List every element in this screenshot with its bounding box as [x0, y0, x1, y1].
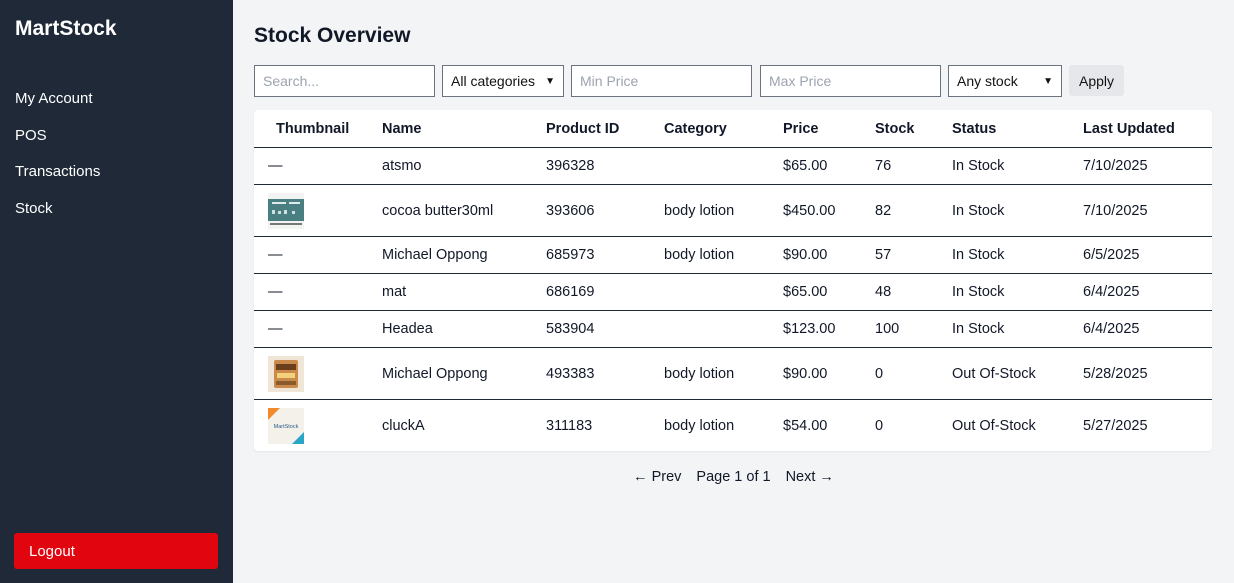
- cell-status: In Stock: [952, 147, 1083, 185]
- col-price: Price: [783, 110, 875, 148]
- cell-name: Headea: [382, 310, 546, 348]
- sidebar-nav: My Account POS Transactions Stock: [15, 88, 100, 234]
- cell-category: body lotion: [664, 184, 783, 237]
- col-product-id: Product ID: [546, 110, 664, 148]
- product-thumbnail-image: [268, 192, 304, 229]
- cell-last-updated: 5/28/2025: [1083, 347, 1212, 400]
- cell-name: Michael Oppong: [382, 236, 546, 274]
- cell-price: $65.00: [783, 147, 875, 185]
- table-row[interactable]: Michael Oppong 493383 body lotion $90.00…: [254, 347, 1212, 400]
- cell-status: In Stock: [952, 236, 1083, 274]
- table-row[interactable]: — Michael Oppong 685973 body lotion $90.…: [254, 236, 1212, 274]
- cell-stock: 76: [875, 147, 952, 185]
- prev-page-link[interactable]: ← Prev: [633, 469, 681, 485]
- chevron-down-icon: ▼: [1043, 75, 1053, 87]
- col-status: Status: [952, 110, 1083, 148]
- product-thumbnail-image: [268, 355, 304, 392]
- sidebar-item-pos[interactable]: POS: [15, 125, 100, 162]
- cell-stock: 57: [875, 236, 952, 274]
- cell-product-id: 685973: [546, 236, 664, 274]
- stock-table-card: Thumbnail Name Product ID Category Price…: [254, 110, 1212, 451]
- cell-product-id: 393606: [546, 184, 664, 237]
- stock-table: Thumbnail Name Product ID Category Price…: [254, 110, 1212, 451]
- thumbnail-placeholder: —: [254, 236, 382, 274]
- thumbnail-logo-text: MartStock: [274, 424, 299, 430]
- col-thumbnail: Thumbnail: [254, 110, 382, 148]
- cell-stock: 0: [875, 417, 884, 434]
- cell-stock: 82: [875, 184, 952, 237]
- table-row[interactable]: cocoa butter30ml 393606 body lotion $450…: [254, 184, 1212, 237]
- table-row[interactable]: MartStock cluckA 311183 body lotion $54.…: [254, 400, 1212, 452]
- cell-name: atsmo: [382, 147, 546, 185]
- stock-select-value: Any stock: [957, 73, 1018, 89]
- stock-select[interactable]: Any stock ▼: [948, 65, 1062, 97]
- cell-last-updated: 6/5/2025: [1083, 236, 1212, 274]
- cell-price: $123.00: [783, 310, 875, 348]
- col-category: Category: [664, 110, 783, 148]
- table-row[interactable]: — atsmo 396328 $65.00 76 In Stock 7/10/2…: [254, 147, 1212, 185]
- logout-button[interactable]: Logout: [14, 533, 218, 569]
- cell-last-updated: 5/27/2025: [1083, 417, 1148, 434]
- next-page-link[interactable]: Next →: [786, 469, 834, 485]
- cell-category: body lotion: [664, 417, 735, 434]
- category-select[interactable]: All categories ▼: [442, 65, 564, 97]
- search-input[interactable]: [254, 65, 435, 97]
- sidebar-item-my-account[interactable]: My Account: [15, 88, 100, 125]
- table-row[interactable]: — mat 686169 $65.00 48 In Stock 6/4/2025: [254, 273, 1212, 311]
- cell-category: [664, 310, 783, 348]
- cell-price: $90.00: [783, 347, 875, 400]
- sidebar: MartStock My Account POS Transactions St…: [0, 0, 233, 583]
- col-stock: Stock: [875, 110, 952, 148]
- page-title: Stock Overview: [254, 24, 411, 47]
- table-row[interactable]: — Headea 583904 $123.00 100 In Stock 6/4…: [254, 310, 1212, 348]
- cell-last-updated: 7/10/2025: [1083, 147, 1212, 185]
- cell-product-id: 686169: [546, 273, 664, 311]
- cell-status: In Stock: [952, 184, 1083, 237]
- cell-status: Out Of-Stock: [952, 417, 1036, 434]
- col-last-updated: Last Updated: [1083, 110, 1212, 148]
- cell-stock: 100: [875, 310, 952, 348]
- cell-category: [664, 273, 783, 311]
- brand-logo: MartStock: [15, 17, 117, 40]
- cell-price: $65.00: [783, 273, 875, 311]
- category-select-value: All categories: [451, 73, 536, 89]
- cell-category: [664, 147, 783, 185]
- thumbnail-placeholder: —: [254, 310, 382, 348]
- cell-stock: 48: [875, 273, 952, 311]
- cell-product-id: 396328: [546, 147, 664, 185]
- sidebar-item-transactions[interactable]: Transactions: [15, 161, 100, 198]
- cell-price: $90.00: [783, 236, 875, 274]
- cell-category: body lotion: [664, 347, 783, 400]
- cell-last-updated: 7/10/2025: [1083, 184, 1212, 237]
- chevron-down-icon: ▼: [545, 75, 555, 87]
- cell-status: In Stock: [952, 310, 1083, 348]
- cell-last-updated: 6/4/2025: [1083, 310, 1212, 348]
- thumbnail-placeholder: —: [254, 147, 382, 185]
- cell-price: $54.00: [783, 417, 828, 434]
- thumbnail-placeholder: —: [254, 273, 382, 311]
- cell-stock: 0: [875, 347, 952, 400]
- cell-product-id: 311183: [546, 417, 593, 434]
- apply-button[interactable]: Apply: [1069, 65, 1125, 96]
- max-price-input[interactable]: [760, 65, 941, 97]
- cell-name: Michael Oppong: [382, 347, 546, 400]
- product-thumbnail-logo: MartStock: [268, 407, 304, 444]
- cell-last-updated: 6/4/2025: [1083, 273, 1212, 311]
- cell-status: In Stock: [952, 273, 1083, 311]
- cell-product-id: 493383: [546, 347, 664, 400]
- sidebar-item-stock[interactable]: Stock: [15, 198, 100, 235]
- pagination: ← Prev Page 1 of 1 Next →: [233, 469, 1234, 485]
- min-price-input[interactable]: [571, 65, 752, 97]
- page-indicator: Page 1 of 1: [696, 469, 771, 485]
- cell-name: cluckA: [382, 417, 425, 434]
- table-header-row: Thumbnail Name Product ID Category Price…: [254, 110, 1212, 148]
- cell-category: body lotion: [664, 236, 783, 274]
- cell-product-id: 583904: [546, 310, 664, 348]
- cell-name: cocoa butter30ml: [382, 184, 546, 237]
- cell-status: Out Of-Stock: [952, 347, 1083, 400]
- col-name: Name: [382, 110, 546, 148]
- main-content: Stock Overview All categories ▼ Any stoc…: [233, 0, 1234, 583]
- cell-name: mat: [382, 273, 546, 311]
- cell-price: $450.00: [783, 184, 875, 237]
